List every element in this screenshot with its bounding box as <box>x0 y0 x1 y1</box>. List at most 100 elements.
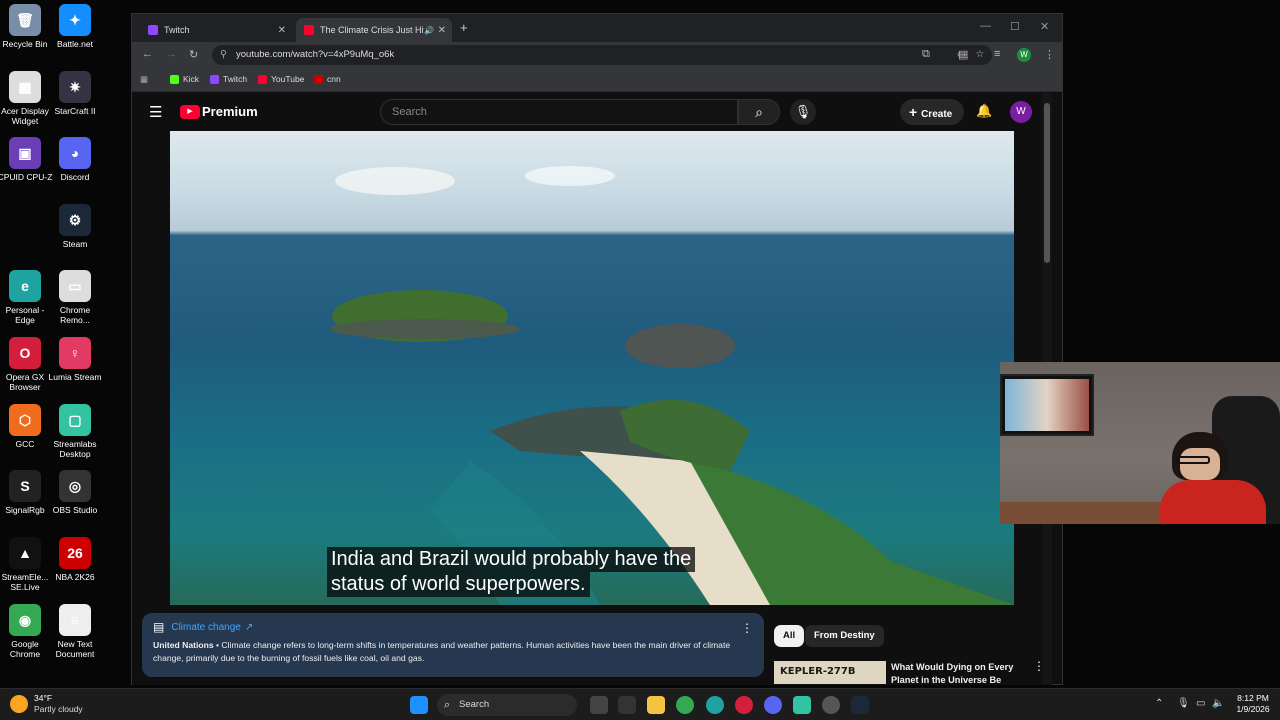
reload-icon[interactable]: ↻ <box>189 48 198 61</box>
search-input[interactable]: Search <box>380 99 738 125</box>
address-bar[interactable]: ⚲ youtube.com/watch?v=4xP9uMq_o6k ▭ ☆ <box>212 45 992 65</box>
youtube-logo-icon[interactable]: ▶ <box>180 105 200 119</box>
desktop-icon-nba-2k26[interactable]: 26 NBA 2K26 <box>47 537 103 582</box>
desktop-icon-discord[interactable]: ◕ Discord <box>47 137 103 182</box>
app-icon: e <box>9 270 41 302</box>
weather-temp[interactable]: 34°F <box>34 693 52 703</box>
file-explorer-icon[interactable] <box>647 696 665 714</box>
minimize-icon[interactable]: — <box>980 20 991 32</box>
toolbar: ← → ↻ ⚲ youtube.com/watch?v=4xP9uMq_o6k … <box>132 42 1062 68</box>
site-info-icon[interactable]: ⚲ <box>220 45 227 65</box>
bookmark-star-icon[interactable]: ☆ <box>975 45 984 65</box>
search-button[interactable]: ⌕ <box>738 99 780 125</box>
desktop-icon-new-text-document[interactable]: ≡ New Text Document <box>47 604 103 659</box>
desktop-icon-opera-gx-browser[interactable]: O Opera GX Browser <box>0 337 53 392</box>
desktop-icon-battle-net[interactable]: ✦ Battle.net <box>47 4 103 49</box>
forward-icon[interactable]: → <box>166 48 177 60</box>
mic-icon[interactable]: 🎙 <box>1177 698 1190 709</box>
desktop-icon-acer-display-widget[interactable]: ▦ Acer Display Widget <box>0 71 53 126</box>
desktop-icon-personal-edge[interactable]: e Personal - Edge <box>0 270 53 325</box>
weather-icon[interactable] <box>10 695 28 713</box>
task-view-icon[interactable] <box>590 696 608 714</box>
chrome-icon[interactable] <box>676 696 694 714</box>
weather-desc[interactable]: Partly cloudy <box>34 704 83 714</box>
desktop-icon-signalrgb[interactable]: S SignalRgb <box>0 470 53 515</box>
extensions-icon[interactable]: ⧉ <box>922 48 930 61</box>
close-tab-icon[interactable]: ✕ <box>438 25 446 36</box>
apps-icon[interactable]: ▦ <box>140 74 148 85</box>
chip-from-destiny[interactable]: From Destiny <box>805 625 884 647</box>
app-icon: ◉ <box>9 604 41 636</box>
close-window-icon[interactable]: ✕ <box>1040 20 1049 33</box>
app-icon: ◎ <box>59 470 91 502</box>
new-tab-icon[interactable]: + <box>460 20 468 35</box>
logo-text[interactable]: Premium <box>202 104 258 119</box>
desktop-icon-gcc[interactable]: ⬡ GCC <box>0 404 53 449</box>
tab-twitch[interactable]: Twitch ✕ <box>140 18 292 42</box>
bookmark-cnn[interactable]: cnn <box>314 74 341 84</box>
desktop-icon-obs-studio[interactable]: ◎ OBS Studio <box>47 470 103 515</box>
widgets-icon[interactable] <box>618 696 636 714</box>
close-tab-icon[interactable]: ✕ <box>278 25 286 36</box>
desktop-icon-streamele-se-live[interactable]: ▲ StreamEle... SE.Live <box>0 537 53 592</box>
mic-icon[interactable]: 🎙 <box>790 99 816 125</box>
menu-icon[interactable]: ⋮ <box>1044 48 1055 61</box>
speaker-icon[interactable]: 🔊 <box>424 26 434 35</box>
scrollbar-thumb[interactable] <box>1044 103 1050 263</box>
bookmark-youtube[interactable]: YouTube <box>258 74 304 84</box>
desktop-icon-label: Chrome Remo... <box>59 305 91 325</box>
chevron-up-icon[interactable]: ⌃ <box>1155 698 1163 709</box>
bookmark-kick[interactable]: Kick <box>170 74 199 84</box>
media-icon[interactable]: ≡ <box>994 48 1000 60</box>
taskbar-search[interactable]: ⌕ Search <box>437 694 577 716</box>
desktop-icon-chrome-remo[interactable]: ▭ Chrome Remo... <box>47 270 103 325</box>
tv-picture <box>1005 379 1089 431</box>
recommendation-thumbnail[interactable]: KEPLER-277B <box>774 661 886 684</box>
app-icon: 🗑 <box>9 4 41 36</box>
plus-icon: + <box>909 104 922 120</box>
steam-icon[interactable] <box>851 696 869 714</box>
app-icon: ⬡ <box>9 404 41 436</box>
app-icon: ▦ <box>9 71 41 103</box>
desktop-icon-cpuid-cpu-z[interactable]: ▣ CPUID CPU-Z <box>0 137 53 182</box>
start-icon[interactable] <box>410 696 428 714</box>
hamburger-icon[interactable]: ☰ <box>149 103 162 121</box>
network-icon[interactable]: ▭ <box>1196 698 1205 709</box>
desktop-icon-steam[interactable]: ⚙ Steam <box>47 204 103 249</box>
info-title[interactable]: Climate change <box>171 622 240 633</box>
desktop-icon-google-chrome[interactable]: ◉ Google Chrome <box>0 604 53 659</box>
chip-all[interactable]: All <box>774 625 805 647</box>
maximize-icon[interactable]: ☐ <box>1010 20 1020 33</box>
edge-icon[interactable] <box>706 696 724 714</box>
bookmark-twitch[interactable]: Twitch <box>210 74 247 84</box>
back-icon[interactable]: ← <box>142 48 153 60</box>
account-avatar[interactable]: W <box>1010 101 1032 123</box>
volume-icon[interactable]: 🔈 <box>1212 698 1224 709</box>
create-button[interactable]: + Create <box>900 99 964 125</box>
recommendation-title[interactable]: What Would Dying on Every Planet in the … <box>891 661 1027 683</box>
obs-icon[interactable] <box>822 696 840 714</box>
desktop-icon-streamlabs-desktop[interactable]: ▢ Streamlabs Desktop <box>47 404 103 459</box>
webcam-overlay <box>1000 362 1280 524</box>
info-title-row[interactable]: ▤ Climate change ↗ <box>153 620 753 634</box>
desktop-icon-lumia-stream[interactable]: ♀ Lumia Stream <box>47 337 103 382</box>
more-icon[interactable]: ⋮ <box>741 621 753 635</box>
profile-avatar[interactable]: W <box>1017 48 1031 62</box>
desktop-icon-label: Battle.net <box>57 39 93 49</box>
bell-icon[interactable]: 🔔 <box>976 103 992 119</box>
streamlabs-icon[interactable] <box>793 696 811 714</box>
clock-time[interactable]: 8:12 PM <box>1233 693 1273 703</box>
discord-icon[interactable] <box>764 696 782 714</box>
clock-date[interactable]: 1/9/2026 <box>1231 704 1275 714</box>
opera-gx-icon[interactable] <box>735 696 753 714</box>
desktop-icon-label: Personal - Edge <box>5 305 45 325</box>
desktop-icon-recycle-bin[interactable]: 🗑 Recycle Bin <box>0 4 53 49</box>
video-player[interactable]: India and Brazil would probably have the… <box>170 131 1014 605</box>
app-icon: ✷ <box>59 71 91 103</box>
desktop-icon-starcraft-ii[interactable]: ✷ StarCraft II <box>47 71 103 116</box>
search-icon: ⌕ <box>444 699 451 711</box>
app-icon: ▣ <box>9 137 41 169</box>
tab-youtube[interactable]: The Climate Crisis Just Hit a 🔊 ✕ <box>296 18 452 42</box>
sidepanel-icon[interactable]: ▤ <box>958 48 968 61</box>
desktop-icon-label: StreamEle... SE.Live <box>1 572 49 592</box>
